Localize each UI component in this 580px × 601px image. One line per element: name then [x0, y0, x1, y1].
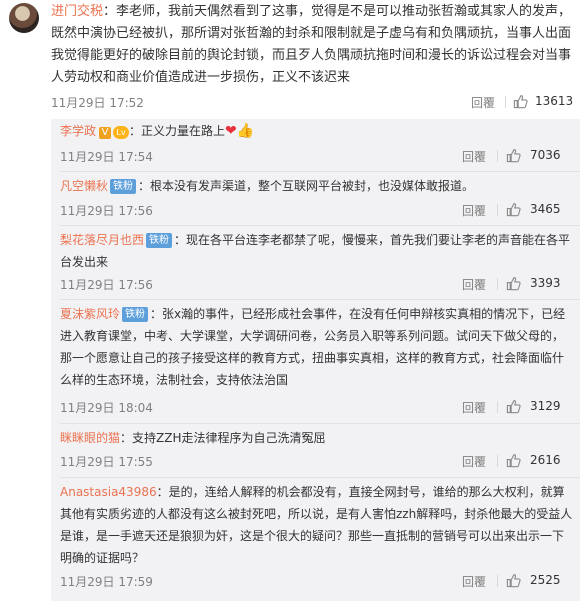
- thumbs-up-icon[interactable]: [506, 573, 521, 588]
- list-item: 梨花落尽月也西 铁粉 ：现在各平台连李老都禁了呢，慢慢来，首先我们要让李老的声音能在…: [60, 229, 573, 273]
- main-comment-text: 进门交税：李老师，我前天偶然看到了这事，觉得是不是可以推动张哲瀚或其家人的发声，…: [51, 1, 573, 89]
- reply-meta: 11月29日 17:54 回覆 7036: [60, 148, 580, 164]
- reply-meta: 11月29日 17:56 回覆 3465: [60, 202, 580, 218]
- like-count: 2616: [530, 453, 561, 467]
- reply-username[interactable]: 李学政: [60, 124, 96, 138]
- reply-meta: 11月29日 17:56 回覆 3393: [60, 276, 580, 292]
- divider: [60, 225, 580, 226]
- main-comment-username[interactable]: 进门交税: [51, 4, 103, 19]
- thumbs-up-icon[interactable]: [506, 202, 521, 217]
- like-count: 13613: [535, 94, 574, 108]
- reply-button[interactable]: 回覆: [462, 276, 486, 293]
- replies-panel: 李学政 V Lv ：正义力量在路上❤👍 11月29日 17:54 回覆 7036 凡空…: [51, 119, 580, 601]
- thumbs-up-icon[interactable]: [506, 453, 521, 468]
- avatar[interactable]: [9, 3, 39, 33]
- fan-badge: 铁粉: [146, 233, 173, 248]
- divider: [60, 171, 580, 172]
- reply-button[interactable]: 回覆: [462, 453, 486, 470]
- comment-date: 11月29日 17:56: [60, 278, 153, 292]
- reply-username[interactable]: 眯眯眼的猫: [60, 431, 120, 445]
- thumbs-up-icon[interactable]: [506, 148, 521, 163]
- reply-button[interactable]: 回覆: [462, 148, 486, 165]
- reply-meta: 11月29日 17:55 回覆 2616: [60, 453, 580, 469]
- fan-badge: 铁粉: [122, 307, 149, 322]
- thumbs-up-icon[interactable]: [513, 94, 528, 109]
- main-comment: 进门交税：李老师，我前天偶然看到了这事，觉得是不是可以推动张哲瀚或其家人的发声，…: [0, 0, 580, 119]
- list-item: 夏沫紫风玲 铁粉 ：张x瀚的事件，已经形成社会事件，在没有任何申辩核实真相的情况下，…: [60, 303, 573, 391]
- comment-date: 11月29日 17:55: [60, 455, 153, 469]
- comment-date: 11月29日 17:56: [60, 204, 153, 218]
- reply-button[interactable]: 回覆: [462, 202, 486, 219]
- fan-badge: 铁粉: [110, 179, 137, 194]
- meta-divider: [497, 150, 498, 162]
- reply-button[interactable]: 回覆: [462, 573, 486, 590]
- meta-divider: [497, 278, 498, 290]
- level-badge-icon: Lv: [113, 126, 130, 139]
- thumbs-up-emoji-icon: 👍: [236, 123, 255, 139]
- reply-text: ：支持ZZH走法律程序为自己洗清冤屈: [120, 431, 326, 445]
- meta-divider: [497, 204, 498, 216]
- reply-meta: 11月29日 17:59 回覆 2525: [60, 573, 580, 589]
- main-comment-body: ：李老师，我前天偶然看到了这事，觉得是不是可以推动张哲瀚或其家人的发声，既然中演…: [51, 4, 572, 85]
- meta-divider: [497, 401, 498, 413]
- meta-divider: [497, 455, 498, 467]
- divider: [60, 299, 580, 300]
- list-item: Anastasia43986：是的，连给人解释的机会都没有，直接全网封号，谁给的…: [60, 481, 573, 569]
- meta-divider: [505, 96, 506, 108]
- reply-username[interactable]: 梨花落尽月也西: [60, 233, 144, 247]
- reply-username[interactable]: 夏沫紫风玲: [60, 307, 120, 321]
- heart-emoji-icon: ❤: [225, 123, 237, 139]
- reply-username[interactable]: 凡空懒秋: [60, 179, 108, 193]
- reply-meta: 11月29日 18:04 回覆 3129: [60, 399, 580, 415]
- reply-button[interactable]: 回覆: [462, 399, 486, 416]
- verified-badge-icon: V: [99, 127, 112, 139]
- divider: [60, 477, 580, 478]
- list-item: 李学政 V Lv ：正义力量在路上❤👍: [60, 120, 573, 142]
- thumbs-up-icon[interactable]: [506, 399, 521, 414]
- like-count: 7036: [530, 148, 561, 162]
- divider: [60, 423, 580, 424]
- comment-date: 11月29日 17:54: [60, 150, 153, 164]
- reply-text: ：正义力量在路上: [129, 124, 226, 138]
- comment-date: 11月29日 17:59: [60, 575, 153, 589]
- meta-divider: [497, 575, 498, 587]
- reply-button[interactable]: 回覆: [471, 94, 495, 111]
- thumbs-up-icon[interactable]: [506, 276, 521, 291]
- comment-date: 11月29日 17:52: [51, 96, 144, 110]
- like-count: 3465: [530, 202, 561, 216]
- like-count: 2525: [530, 573, 561, 587]
- reply-text: ：根本没有发声渠道，整个互联网平台被封，也没媒体敢报道。: [138, 179, 475, 193]
- reply-username[interactable]: Anastasia43986: [60, 485, 157, 499]
- list-item: 眯眯眼的猫：支持ZZH走法律程序为自己洗清冤屈: [60, 427, 573, 449]
- like-count: 3393: [530, 276, 561, 290]
- main-comment-meta: 11月29日 17:52 回覆 13613: [0, 94, 580, 110]
- comment-date: 11月29日 18:04: [60, 401, 153, 415]
- list-item: 凡空懒秋 铁粉 ：根本没有发声渠道，整个互联网平台被封，也没媒体敢报道。: [60, 175, 573, 197]
- like-count: 3129: [530, 399, 561, 413]
